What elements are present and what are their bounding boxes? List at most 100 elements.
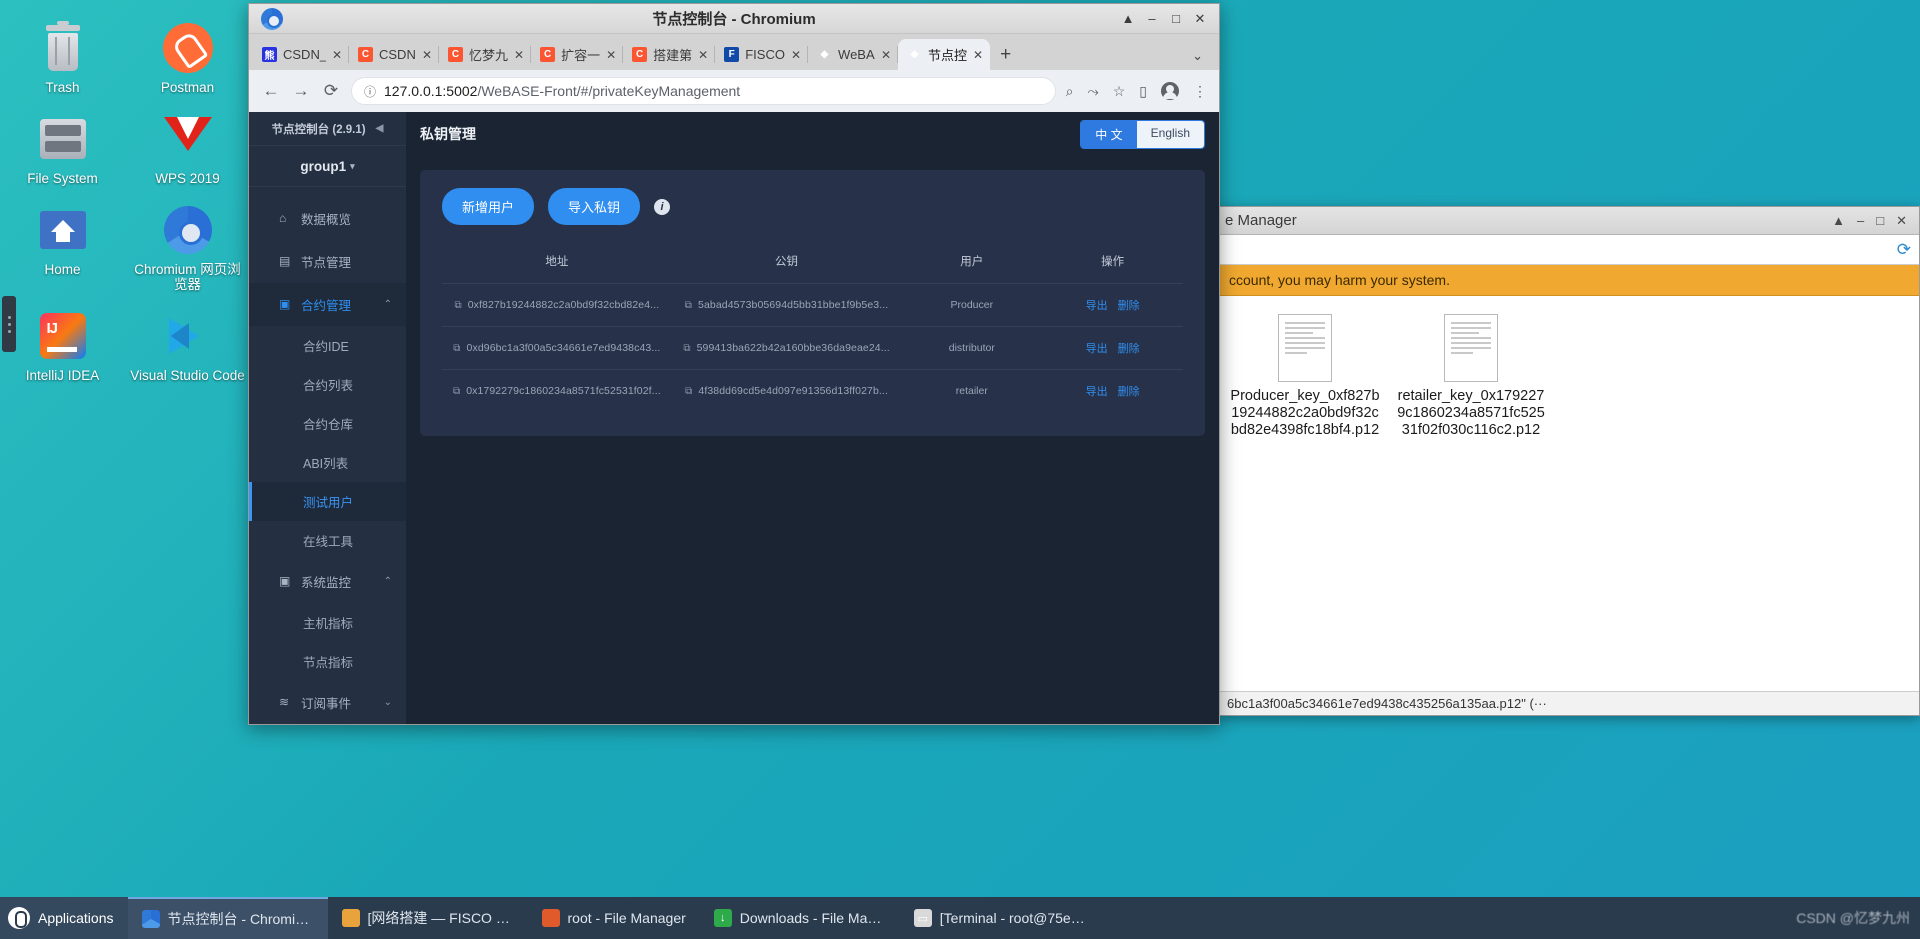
- sidebar-nav[interactable]: ⌂ 数据概览 ▤ 节点管理 ▣ 合约管理 ⌃ 合约IDE 合约列表 合约仓库 A…: [249, 187, 406, 724]
- copy-icon[interactable]: ⧉: [685, 300, 692, 311]
- chromium-titlebar[interactable]: 节点控制台 - Chromium ▲ – □ ✕: [249, 4, 1219, 34]
- list-item[interactable]: Producer_key_0xf827b19244882c2a0bd9f32cb…: [1229, 314, 1381, 691]
- sidebar-item-test-user[interactable]: 测试用户: [249, 482, 406, 521]
- cell-address[interactable]: ⧉ 0x1792279c1860234a8571fc52531f02f...: [442, 369, 672, 412]
- export-link[interactable]: 导出: [1086, 343, 1108, 355]
- maximize-icon[interactable]: □: [1169, 11, 1183, 26]
- desktop-icon-file-system[interactable]: File System: [0, 105, 125, 196]
- close-icon[interactable]: ✕: [791, 48, 801, 62]
- close-icon[interactable]: ✕: [1896, 213, 1907, 229]
- minimize-icon[interactable]: –: [1857, 213, 1864, 228]
- copy-icon[interactable]: ⧉: [453, 343, 460, 354]
- maximize-icon[interactable]: □: [1876, 213, 1884, 228]
- sidebar-collapse-icon[interactable]: ◀: [376, 123, 384, 134]
- cell-operation[interactable]: 导出 删除: [1042, 283, 1183, 327]
- copy-icon[interactable]: ⧉: [454, 300, 461, 311]
- sidebar-item-subscribe-events[interactable]: ≋ 订阅事件 ⌄: [249, 681, 406, 724]
- shade-icon[interactable]: ▲: [1832, 213, 1845, 228]
- desktop-icon-trash[interactable]: Trash: [0, 14, 125, 105]
- language-option-en[interactable]: English: [1136, 120, 1204, 148]
- copy-icon[interactable]: ⧉: [683, 343, 690, 354]
- browser-tab[interactable]: C 搭建第 ✕: [623, 39, 716, 70]
- cell-address[interactable]: ⧉ 0xf827b19244882c2a0bd9f32cbd82e4...: [442, 283, 672, 327]
- browser-tab[interactable]: C 扩容一 ✕: [531, 39, 624, 70]
- chrome-menu-icon[interactable]: ⋮: [1193, 83, 1207, 100]
- sidebar-item-node-management[interactable]: ▤ 节点管理: [249, 240, 406, 283]
- import-private-key-button[interactable]: 导入私钥: [548, 188, 641, 225]
- taskbar-item-downloads-file-manager[interactable]: ↓ Downloads - File Manager: [700, 897, 900, 939]
- new-tab-button[interactable]: +: [990, 44, 1021, 70]
- cell-public-key[interactable]: ⧉ 599413ba622b42a160bbe36da9eae24...: [671, 326, 902, 370]
- browser-tab[interactable]: C 忆梦九 ✕: [439, 39, 532, 70]
- profile-avatar[interactable]: [1161, 82, 1179, 100]
- sidebar-item-online-tools[interactable]: 在线工具: [249, 521, 406, 560]
- close-icon[interactable]: ✕: [698, 48, 708, 62]
- cell-address[interactable]: ⧉ 0xd96bc1a3f00a5c34661e7ed9438c43...: [442, 326, 672, 370]
- taskbar[interactable]: Applications 节点控制台 - Chromium [网络搭建 — FI…: [0, 897, 1920, 939]
- sidebar-item-host-metrics[interactable]: 主机指标: [249, 603, 406, 642]
- desktop-icon-chromium[interactable]: Chromium 网页浏览器: [125, 196, 250, 302]
- share-icon[interactable]: ⤳: [1088, 83, 1099, 100]
- sidebar-item-abi-list[interactable]: ABI列表: [249, 443, 406, 482]
- list-item[interactable]: retailer_key_0x1792279c1860234a8571fc525…: [1395, 314, 1547, 691]
- sidebar-item-system-monitor[interactable]: ▣ 系统监控 ⌃: [249, 560, 406, 603]
- delete-link[interactable]: 删除: [1118, 343, 1140, 355]
- sidebar-item-contract-repository[interactable]: 合约仓库: [249, 404, 406, 443]
- sidebar-item-data-overview[interactable]: ⌂ 数据概览: [249, 197, 406, 240]
- desktop-icon-postman[interactable]: Postman: [125, 14, 250, 105]
- browser-tab-active[interactable]: ◆ 节点控 ✕: [898, 39, 991, 70]
- app-sidebar[interactable]: 节点控制台 (2.9.1) ◀ group1 ▾ ⌂ 数据概览 ▤ 节点管理 ▣: [249, 112, 406, 724]
- group-selector[interactable]: group1 ▾: [249, 146, 406, 187]
- export-link[interactable]: 导出: [1086, 300, 1108, 312]
- cell-public-key[interactable]: ⧉ 5abad4573b05694d5bb31bbe1f9b5e3...: [671, 283, 902, 327]
- file-manager-window[interactable]: e Manager ▲ – □ ✕ ⟳ ccount, you may harm…: [1218, 206, 1920, 716]
- taskbar-item-root-file-manager[interactable]: root - File Manager: [528, 897, 700, 939]
- close-icon[interactable]: ✕: [1193, 11, 1207, 27]
- cell-operation[interactable]: 导出 删除: [1042, 326, 1183, 370]
- minimize-icon[interactable]: –: [1145, 11, 1159, 26]
- close-icon[interactable]: ✕: [881, 48, 891, 62]
- chromium-window[interactable]: 节点控制台 - Chromium ▲ – □ ✕ 熊 CSDN_ ✕ C CSD…: [248, 3, 1220, 725]
- browser-toolbar[interactable]: ← → ⟳ ⓘ 127.0.0.1:5002/WeBASE-Front/#/pr…: [249, 70, 1219, 112]
- desktop-icon-wps[interactable]: WPS 2019: [125, 105, 250, 196]
- info-icon[interactable]: i: [654, 198, 671, 215]
- taskbar-item-terminal[interactable]: ▭ [Terminal - root@75e7ddc···: [900, 897, 1100, 939]
- forward-button[interactable]: →: [291, 81, 311, 101]
- zoom-icon[interactable]: ⌕: [1066, 83, 1074, 100]
- panel-hide-handle[interactable]: [2, 296, 16, 352]
- delete-link[interactable]: 删除: [1118, 386, 1140, 398]
- bookmark-star-icon[interactable]: ☆: [1113, 83, 1126, 100]
- back-button[interactable]: ←: [261, 81, 281, 101]
- close-icon[interactable]: ✕: [514, 48, 524, 62]
- close-icon[interactable]: ✕: [606, 48, 616, 62]
- sidebar-item-contract-ide[interactable]: 合约IDE: [249, 326, 406, 365]
- desktop-icon-intellij[interactable]: IJ IntelliJ IDEA: [0, 302, 125, 393]
- shade-icon[interactable]: ▲: [1121, 11, 1135, 26]
- browser-tab[interactable]: ◆ WeBA ✕: [808, 39, 899, 70]
- tab-search-icon[interactable]: ⌄: [1180, 48, 1215, 70]
- close-icon[interactable]: ✕: [332, 48, 342, 62]
- desktop-icon-vscode[interactable]: Visual Studio Code: [125, 302, 250, 393]
- cell-public-key[interactable]: ⧉ 4f38dd69cd5e4d097e91356d13ff027b...: [671, 369, 902, 412]
- file-manager-file-list[interactable]: Producer_key_0xf827b19244882c2a0bd9f32cb…: [1219, 296, 1919, 691]
- delete-link[interactable]: 删除: [1118, 300, 1140, 312]
- cell-operation[interactable]: 导出 删除: [1042, 369, 1183, 412]
- sidebar-item-node-metrics[interactable]: 节点指标: [249, 642, 406, 681]
- copy-icon[interactable]: ⧉: [685, 386, 692, 397]
- desktop-icon-home[interactable]: Home: [0, 196, 125, 302]
- address-bar[interactable]: ⓘ 127.0.0.1:5002/WeBASE-Front/#/privateK…: [351, 77, 1056, 105]
- file-manager-titlebar[interactable]: e Manager ▲ – □ ✕: [1219, 207, 1919, 235]
- close-icon[interactable]: ✕: [973, 48, 983, 62]
- sidebar-item-contract-list[interactable]: 合约列表: [249, 365, 406, 404]
- language-switcher[interactable]: 中 文 English: [1080, 119, 1205, 149]
- site-info-icon[interactable]: ⓘ: [364, 83, 376, 100]
- sidebar-item-contract-management[interactable]: ▣ 合约管理 ⌃: [249, 283, 406, 326]
- applications-menu-button[interactable]: Applications: [0, 897, 128, 939]
- side-panel-icon[interactable]: ▯: [1139, 83, 1147, 100]
- reload-button[interactable]: ⟳: [321, 81, 341, 101]
- language-option-zh[interactable]: 中 文: [1081, 120, 1137, 148]
- close-icon[interactable]: ✕: [422, 48, 432, 62]
- export-link[interactable]: 导出: [1086, 386, 1108, 398]
- add-user-button[interactable]: 新增用户: [442, 188, 535, 225]
- taskbar-item-firefox[interactable]: [网络搭建 — FISCO BCOS ···: [328, 897, 528, 939]
